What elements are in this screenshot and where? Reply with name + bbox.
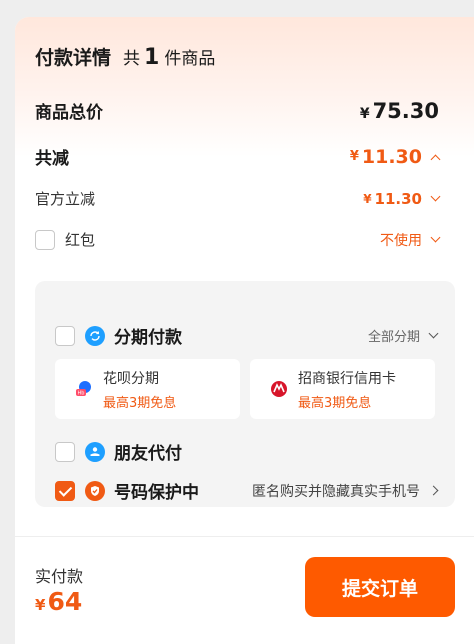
divider [15, 536, 474, 537]
friend-pay-icon [85, 441, 105, 462]
currency-symbol: ¥ [349, 149, 359, 164]
shield-icon [85, 480, 105, 501]
payment-details-card: 付款详情 共 1 件商品 商品总价 ¥75.30 共减 ¥ 11.30 官方立减… [15, 17, 474, 644]
currency-symbol: ¥ [35, 596, 46, 614]
installment-selector[interactable]: 全部分期 [367, 326, 439, 345]
number-protect-checkbox[interactable] [55, 480, 75, 501]
friend-pay-row[interactable]: 朋友代付 [55, 439, 437, 464]
chevron-down-icon[interactable] [430, 191, 441, 202]
hongbao-checkbox[interactable] [35, 229, 55, 250]
cmb-option[interactable]: 招商银行信用卡 最高3期免息 [250, 359, 435, 419]
number-protect-info[interactable]: 匿名购买并隐藏真实手机号 [252, 481, 439, 501]
subtotal-label: 商品总价 [35, 103, 103, 123]
svg-text:Hb: Hb [78, 391, 85, 397]
option-sub: 最高3期免息 [298, 395, 372, 411]
option-name: 花呗分期 [103, 370, 159, 387]
installment-right-text: 全部分期 [367, 330, 420, 345]
huabei-text: 花呗分期 最高3期免息 [103, 368, 176, 411]
currency-symbol: ¥ [363, 191, 372, 206]
huabei-option[interactable]: Hb 花呗分期 最高3期免息 [55, 359, 240, 419]
header-gradient [15, 17, 474, 157]
subtotal-row: 商品总价 ¥75.30 [35, 98, 439, 124]
installment-left: 分期付款 [55, 323, 182, 348]
subtotal-value: 75.30 [372, 98, 439, 123]
cmb-text: 招商银行信用卡 最高3期免息 [298, 368, 396, 411]
subtotal-price: ¥75.30 [360, 99, 439, 123]
number-protect-right-text: 匿名购买并隐藏真实手机号 [252, 483, 420, 500]
friend-pay-label: 朋友代付 [114, 444, 182, 464]
hongbao-row[interactable]: 红包 不使用 [35, 229, 441, 250]
option-sub: 最高3期免息 [103, 395, 177, 411]
option-name: 招商银行信用卡 [298, 370, 396, 387]
installment-label: 分期付款 [114, 328, 182, 348]
currency-symbol: ¥ [359, 105, 370, 122]
friend-pay-left: 朋友代付 [55, 439, 182, 464]
official-discount-label: 官方立减 [35, 190, 96, 208]
chevron-up-icon[interactable] [430, 154, 441, 164]
installment-icon [85, 325, 105, 346]
installment-row[interactable]: 分期付款 全部分期 [55, 323, 439, 348]
official-discount-value: 11.30 [374, 189, 422, 208]
chevron-right-icon [428, 485, 439, 496]
item-count-suffix: 件商品 [164, 49, 216, 69]
chevron-down-icon [430, 232, 441, 243]
discount-value: 11.30 [361, 145, 422, 168]
number-protect-left: 号码保护中 [55, 478, 199, 503]
submit-order-button[interactable]: 提交订单 [305, 557, 455, 617]
number-protect-row[interactable]: 号码保护中 匿名购买并隐藏真实手机号 [55, 478, 439, 503]
discount-row[interactable]: 共减 ¥ 11.30 [35, 144, 441, 169]
payment-method-panel: 分期付款 全部分期 Hb 花呗分期 最高3期免息 招商银行信用卡 最高3期免息 [35, 281, 455, 507]
installment-checkbox[interactable] [55, 325, 75, 346]
page-title: 付款详情 [35, 47, 112, 69]
item-count: 1 [144, 45, 160, 70]
discount-label: 共减 [35, 149, 69, 169]
official-discount: ¥ 11.30 [363, 189, 441, 208]
discount-total: ¥ 11.30 [349, 145, 441, 168]
total-value: 64 [47, 587, 83, 616]
hongbao-value: 不使用 [380, 232, 422, 249]
total-amount: ¥64 [35, 587, 82, 616]
friend-pay-checkbox[interactable] [55, 441, 75, 462]
hongbao-label: 红包 [65, 231, 96, 249]
huabei-icon: Hb [75, 380, 93, 398]
official-discount-row[interactable]: 官方立减 ¥ 11.30 [35, 188, 441, 209]
item-count-prefix: 共 [123, 49, 141, 69]
cmb-bank-icon [270, 380, 288, 398]
title-row: 付款详情 共 1 件商品 [35, 43, 215, 70]
hongbao-selector[interactable]: 不使用 [380, 230, 441, 250]
number-protect-label: 号码保护中 [114, 483, 199, 503]
total-label: 实付款 [35, 567, 84, 586]
chevron-down-icon [428, 328, 439, 339]
hongbao-left: 红包 [35, 229, 95, 250]
